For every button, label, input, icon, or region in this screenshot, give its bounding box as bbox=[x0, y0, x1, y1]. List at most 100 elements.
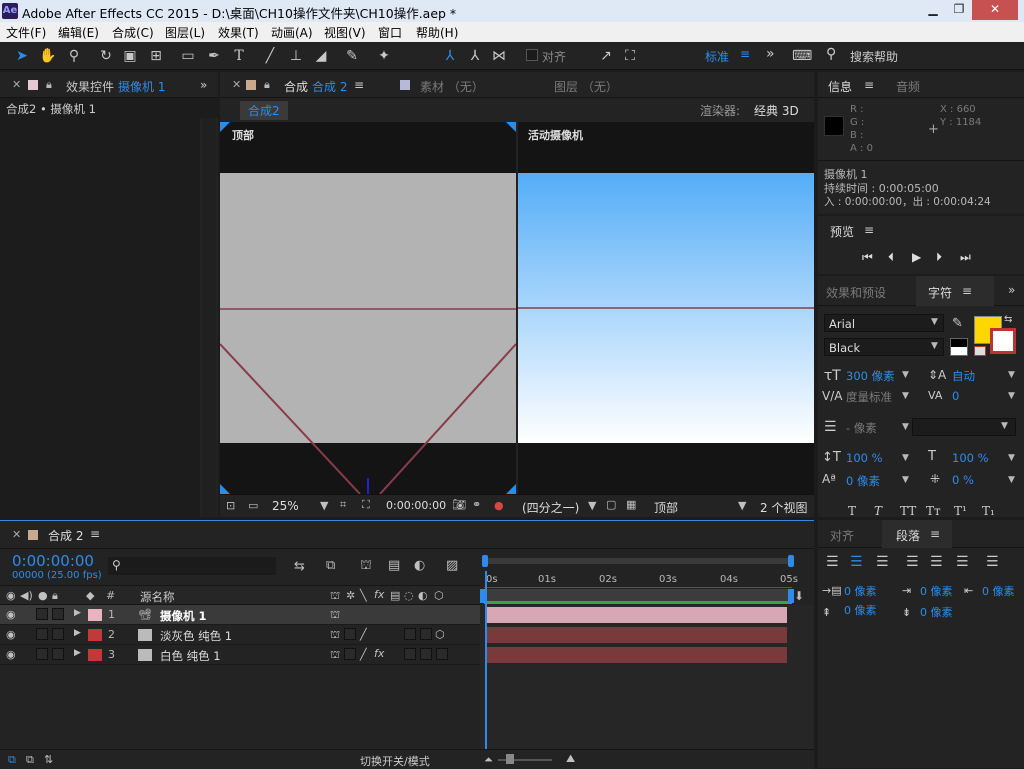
tracking-dropdown-icon[interactable]: ▼ bbox=[1008, 391, 1015, 401]
eraser-tool-icon[interactable]: ◢ bbox=[311, 46, 331, 66]
tab-audio[interactable]: 音频 bbox=[896, 78, 920, 95]
type-tool-icon[interactable]: T bbox=[229, 46, 249, 66]
layer-3-name[interactable]: 白色 纯色 1 bbox=[160, 648, 221, 664]
menu-effect[interactable]: 效果(T) bbox=[218, 24, 259, 41]
layer-switches-icon[interactable]: ⧉ bbox=[8, 753, 16, 767]
horizontal-scale-dropdown-icon[interactable]: ▼ bbox=[1008, 453, 1015, 463]
view-axis-icon[interactable]: ⋈ bbox=[489, 46, 509, 66]
navigator-start-handle[interactable] bbox=[482, 555, 488, 567]
menu-composition[interactable]: 合成(C) bbox=[112, 24, 154, 41]
layer-2-3d-switch-icon[interactable]: ⬡ bbox=[435, 628, 445, 641]
graph-editor-icon[interactable]: ▨ bbox=[446, 558, 458, 573]
layer-1-lock[interactable] bbox=[52, 608, 64, 620]
zoom-dropdown-icon[interactable]: ▼ bbox=[320, 499, 328, 512]
transparency-grid-icon[interactable]: ▦ bbox=[626, 498, 636, 511]
layer-3-motion-blur-switch[interactable] bbox=[404, 648, 416, 660]
character-menu-icon[interactable]: ≡ bbox=[962, 284, 972, 298]
transfer-controls-icon[interactable]: ⧉ bbox=[26, 753, 34, 767]
layer-3-visibility-icon[interactable]: ◉ bbox=[6, 648, 16, 661]
layer-3-label-color[interactable] bbox=[88, 649, 102, 661]
close-panel-icon[interactable]: ✕ bbox=[12, 78, 21, 91]
last-frame-icon[interactable]: ⏭ bbox=[960, 250, 971, 265]
view-select[interactable]: 顶部 bbox=[654, 499, 678, 516]
mask-visibility-icon[interactable]: ⛶ bbox=[362, 498, 370, 512]
menu-window[interactable]: 窗口 bbox=[378, 24, 402, 41]
effect-controls-scrollbar[interactable] bbox=[202, 118, 216, 517]
minimize-button[interactable]: ▁ bbox=[920, 0, 946, 20]
small-caps-icon[interactable]: Tт bbox=[926, 504, 941, 518]
all-caps-icon[interactable]: TT bbox=[900, 504, 916, 518]
workspace-selector[interactable]: 标准 bbox=[705, 48, 729, 65]
layer-2-name[interactable]: 淡灰色 纯色 1 bbox=[160, 628, 232, 644]
justify-center-icon[interactable]: ☰ bbox=[930, 554, 943, 570]
layer-2-shy-switch[interactable]: ⛫ bbox=[330, 628, 340, 643]
layer-2-lock[interactable] bbox=[52, 628, 64, 640]
tracking-value[interactable]: 0 bbox=[952, 389, 959, 403]
layer-2-motion-blur-switch[interactable] bbox=[404, 628, 416, 640]
tab-effects-presets[interactable]: 效果和预设 bbox=[826, 284, 886, 301]
tab-character[interactable]: 字符 bbox=[928, 284, 952, 301]
justify-all-icon[interactable]: ☰ bbox=[986, 554, 999, 570]
menu-file[interactable]: 文件(F) bbox=[6, 24, 46, 41]
layer-2-expand-icon[interactable]: ▶ bbox=[74, 628, 81, 638]
align-center-icon[interactable]: ☰ bbox=[850, 554, 863, 570]
layer-1-expand-icon[interactable]: ▶ bbox=[74, 608, 81, 618]
layer-row-camera[interactable]: ◉ ▶ 1 📽︎ 摄像机 1 ⛫ bbox=[0, 605, 480, 625]
zoom-slider-thumb[interactable] bbox=[506, 754, 514, 764]
layer-1-duration-bar[interactable] bbox=[487, 607, 787, 623]
safe-margins-icon[interactable]: ⌗ bbox=[340, 498, 346, 512]
monitor-icon[interactable]: ▭ bbox=[248, 499, 258, 512]
prev-frame-icon[interactable]: ⏴ bbox=[888, 250, 894, 265]
shy-layers-icon[interactable]: ⛫ bbox=[360, 558, 372, 575]
comp-flowchart-tab[interactable]: 合成2 bbox=[240, 101, 288, 120]
character-overflow-icon[interactable]: » bbox=[1008, 283, 1015, 297]
preview-menu-icon[interactable]: ≡ bbox=[864, 223, 874, 237]
show-snapshot-icon[interactable]: ⚭ bbox=[472, 498, 481, 511]
justify-right-icon[interactable]: ☰ bbox=[956, 554, 969, 570]
leading-value[interactable]: 自动 bbox=[952, 368, 975, 384]
restore-button[interactable]: ❐ bbox=[946, 0, 972, 20]
layer-2-quality-switch[interactable]: ╱ bbox=[360, 628, 367, 641]
rectangle-tool-icon[interactable]: ▭ bbox=[178, 46, 198, 66]
vertical-scale-dropdown-icon[interactable]: ▼ bbox=[902, 453, 909, 463]
view-layout-select[interactable]: 2 个视图 bbox=[760, 499, 807, 516]
layer-3-collapse-switch[interactable] bbox=[344, 648, 356, 660]
layer-2-visibility-icon[interactable]: ◉ bbox=[6, 628, 16, 641]
space-after-value[interactable]: 0 像素 bbox=[920, 604, 953, 620]
search-help-input[interactable]: 搜索帮助 bbox=[850, 48, 898, 65]
play-icon[interactable]: ▶ bbox=[912, 250, 921, 264]
tab-timeline[interactable]: 合成 2 bbox=[48, 527, 83, 544]
workspace-menu-icon[interactable]: ≡ bbox=[740, 47, 750, 61]
resolution-dropdown-icon[interactable]: ▼ bbox=[588, 499, 596, 512]
horizontal-scale-value[interactable]: 100 % bbox=[952, 451, 989, 465]
navigator-end-handle[interactable] bbox=[788, 555, 794, 567]
stroke-width-dropdown-icon[interactable]: ▼ bbox=[902, 422, 909, 432]
zoom-select[interactable]: 25% bbox=[272, 499, 299, 513]
stroke-color-swatch[interactable] bbox=[990, 328, 1016, 354]
menu-help[interactable]: 帮助(H) bbox=[416, 24, 458, 41]
layer-2-duration-bar[interactable] bbox=[487, 627, 787, 643]
effect-controls-title[interactable]: 效果控件 bbox=[66, 78, 114, 95]
snap-arrow-icon[interactable]: ↗ bbox=[596, 46, 616, 66]
layer-3-duration-bar[interactable] bbox=[487, 647, 787, 663]
tsume-value[interactable]: 0 % bbox=[952, 473, 974, 487]
menu-animation[interactable]: 动画(A) bbox=[271, 24, 313, 41]
zoom-in-icon[interactable]: ⛰ bbox=[566, 752, 575, 766]
resolution-select[interactable]: (四分之一) bbox=[522, 499, 579, 516]
swap-colors-icon[interactable]: ⇆ bbox=[1004, 314, 1012, 325]
current-time-indicator[interactable] bbox=[485, 571, 487, 749]
layer-1-solo[interactable] bbox=[36, 608, 48, 620]
snapping-checkbox[interactable] bbox=[526, 49, 538, 61]
align-right-icon[interactable]: ☰ bbox=[876, 554, 889, 570]
sync-settings-icon[interactable]: ⌨ bbox=[792, 46, 812, 66]
layer-3-lock[interactable] bbox=[52, 648, 64, 660]
tab-align[interactable]: 对齐 bbox=[830, 527, 854, 544]
close-comp-icon[interactable]: ✕ bbox=[232, 78, 241, 91]
pen-tool-icon[interactable]: ✒ bbox=[204, 46, 224, 66]
tab-preview[interactable]: 预览 bbox=[830, 223, 854, 240]
rotate-tool-icon[interactable]: ↻ bbox=[96, 46, 116, 66]
close-button[interactable]: ✕ bbox=[972, 0, 1018, 20]
roto-brush-tool-icon[interactable]: ✎ bbox=[342, 46, 362, 66]
motion-blur-icon[interactable]: ◐ bbox=[414, 558, 425, 573]
layer-row-lightgray-solid[interactable]: ◉ ▶ 2 淡灰色 纯色 1 ⛫ ╱ ⬡ bbox=[0, 625, 480, 645]
